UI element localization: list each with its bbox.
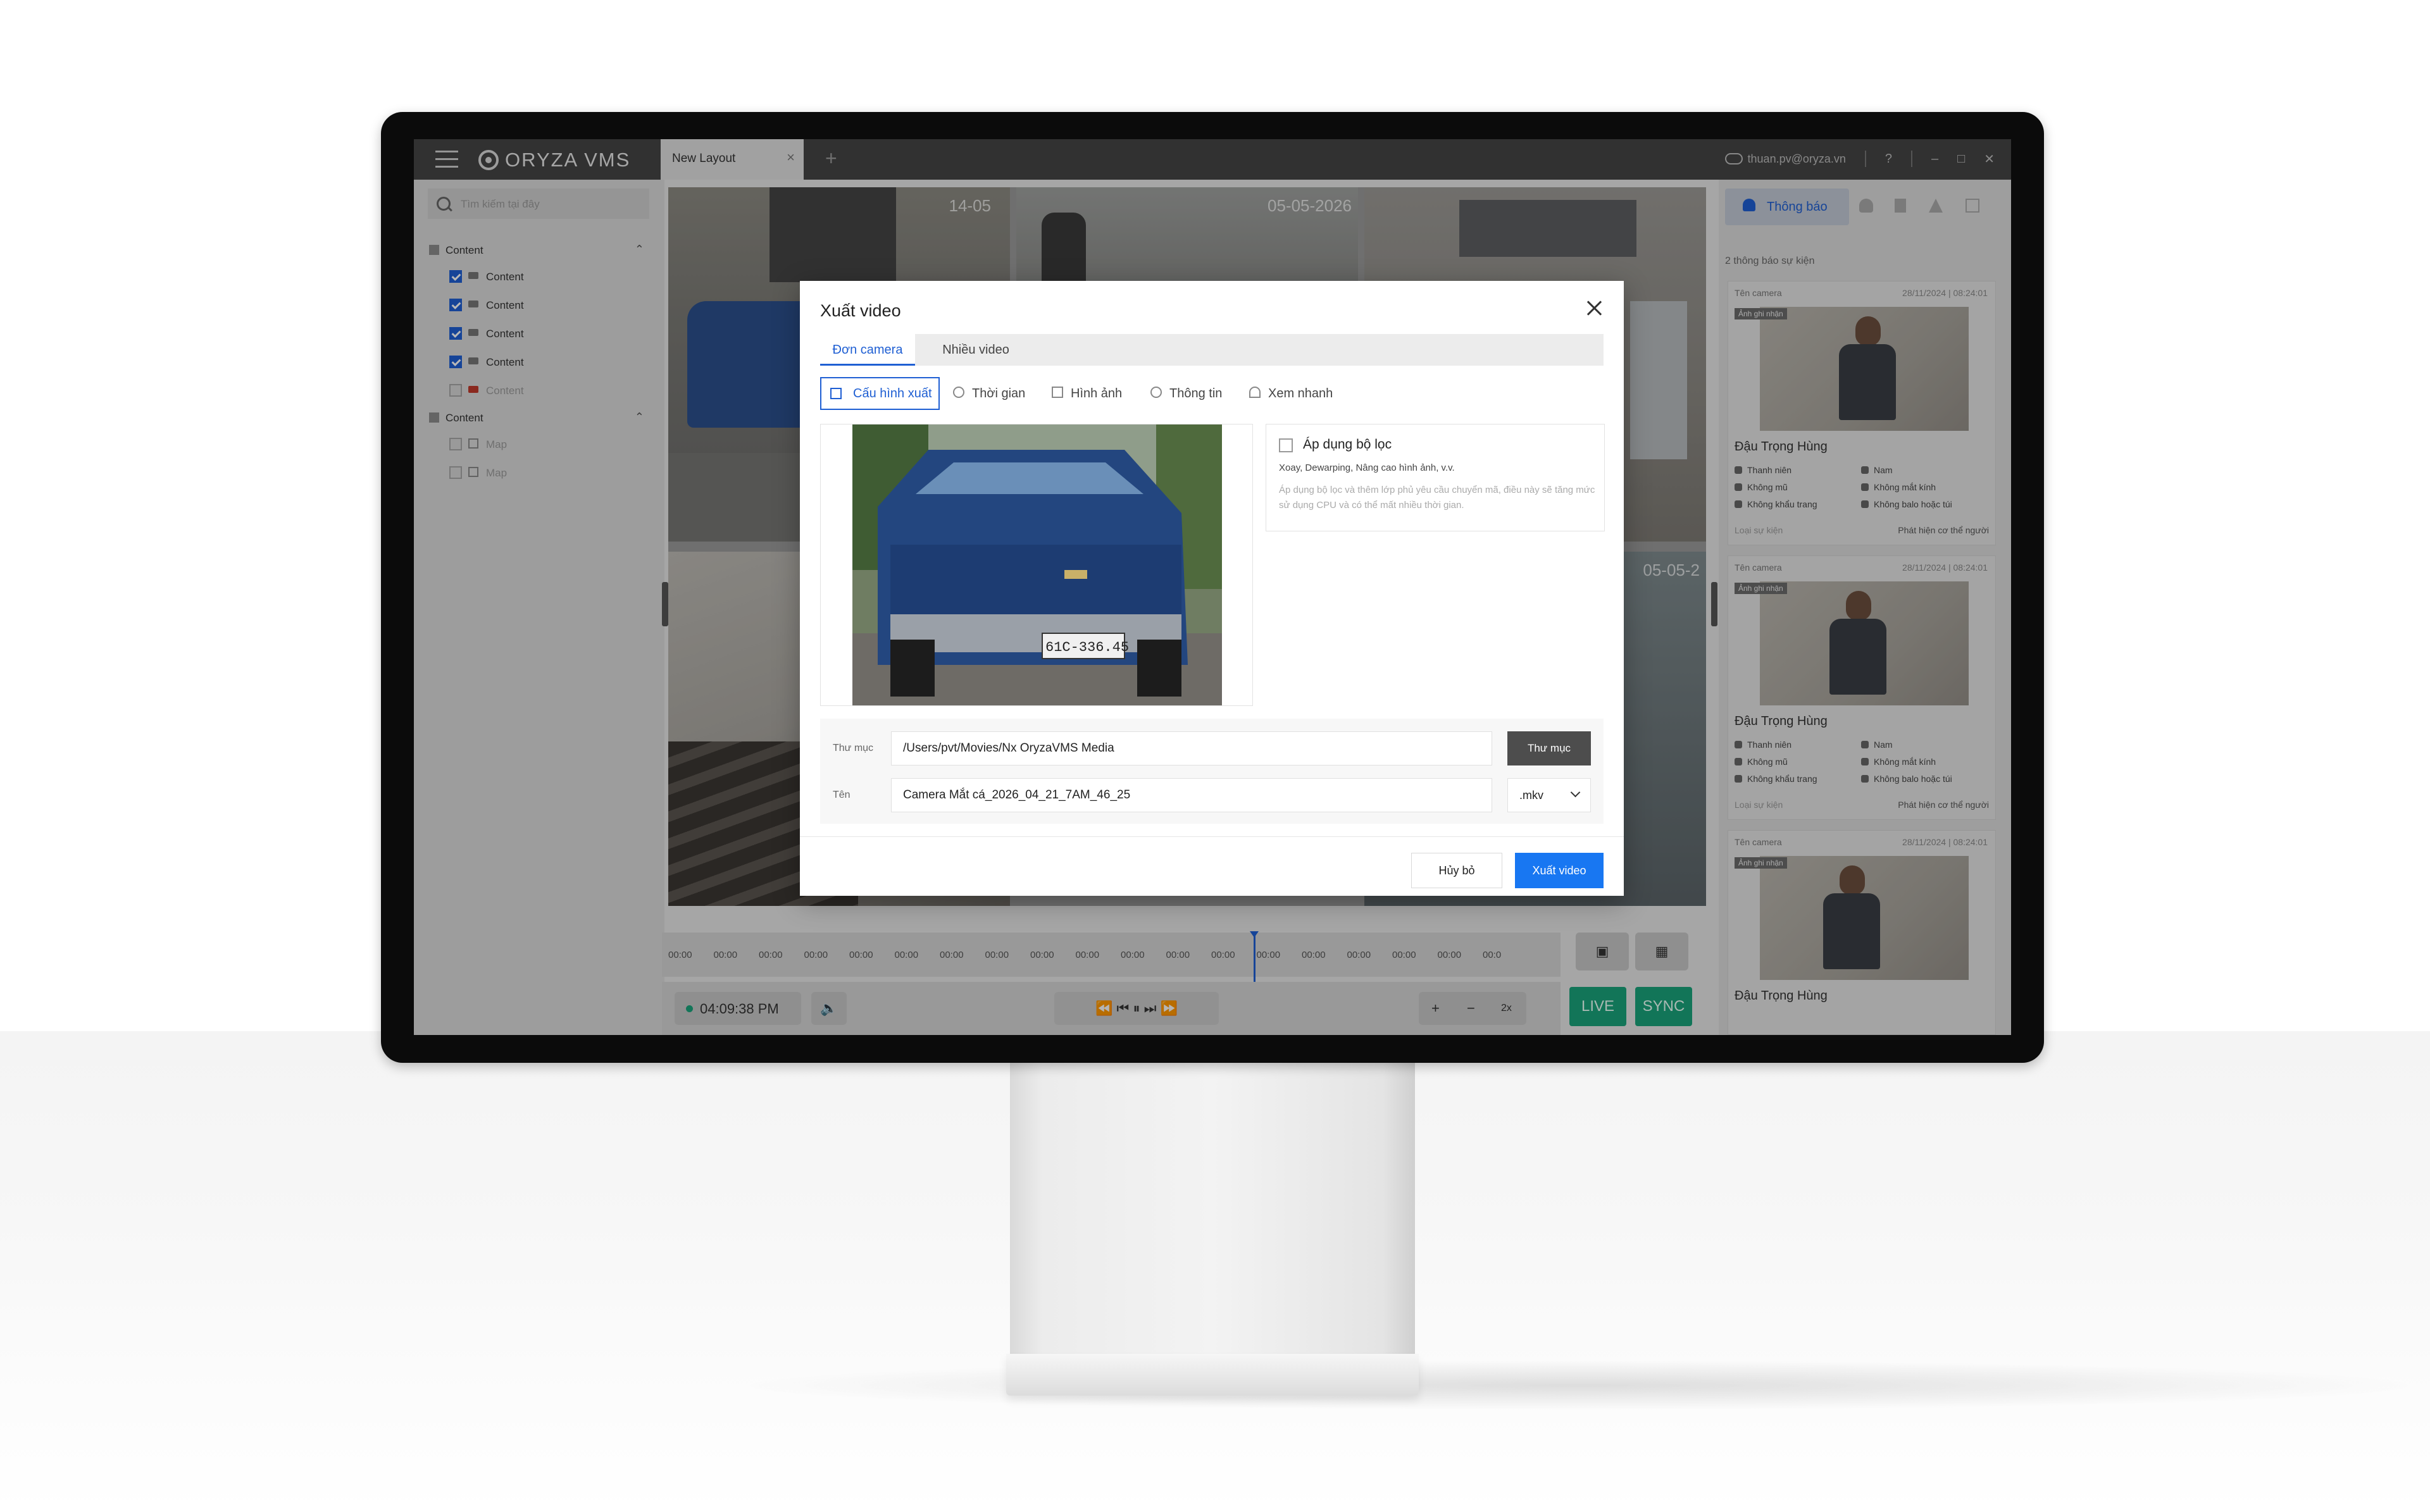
- subtab-label: Thời gian: [972, 387, 1026, 400]
- clock-icon: [953, 387, 964, 398]
- folder-input[interactable]: /Users/pvt/Movies/Nx OryzaVMS Media: [891, 731, 1492, 765]
- dialog-title: Xuất video: [820, 301, 901, 320]
- file-name-input[interactable]: Camera Mắt cá_2026_04_21_7AM_46_25: [891, 778, 1492, 812]
- info-icon: [1150, 387, 1162, 398]
- subtab-quick-view[interactable]: Xem nhanh: [1243, 377, 1333, 410]
- subtab-label: Thông tin: [1169, 387, 1223, 400]
- export-video-button[interactable]: Xuất video: [1515, 853, 1604, 888]
- dialog-tabs: Đơn camera Nhiều video: [820, 334, 1604, 366]
- monitor-stand: [1010, 1063, 1415, 1360]
- tab-single-camera[interactable]: Đơn camera: [820, 334, 915, 366]
- subtab-time[interactable]: Thời gian: [947, 377, 1025, 410]
- name-label: Tên: [833, 790, 850, 800]
- filter-description: Áp dụng bộ lọc và thêm lớp phủ yêu cầu c…: [1279, 485, 1595, 511]
- filter-option: Áp dụng bộ lọc Xoay, Dewarping, Nâng cao…: [1266, 424, 1605, 531]
- subtab-export-config[interactable]: Cấu hình xuất: [820, 377, 940, 410]
- extension-value: .mkv: [1519, 789, 1543, 802]
- truck-preview-image: [852, 424, 1222, 705]
- stand-shadow: [728, 1360, 2430, 1411]
- export-video-dialog: Xuất video Đơn camera Nhiều video Cấu hì…: [800, 281, 1624, 896]
- export-fields: Thư mục /Users/pvt/Movies/Nx OryzaVMS Me…: [820, 719, 1604, 824]
- browse-folder-button[interactable]: Thư mục: [1507, 731, 1591, 765]
- cancel-button[interactable]: Hủy bỏ: [1411, 853, 1502, 888]
- apply-filter-checkbox[interactable]: [1279, 438, 1293, 452]
- extension-select[interactable]: .mkv: [1507, 778, 1591, 812]
- subtab-label: Hình ảnh: [1071, 387, 1123, 400]
- chevron-down-icon: [1570, 787, 1581, 798]
- subtab-label: Xem nhanh: [1268, 387, 1333, 400]
- close-icon[interactable]: [1583, 297, 1605, 319]
- subtab-label: Cấu hình xuất: [853, 387, 932, 400]
- monitor-stand-base: [1006, 1354, 1419, 1396]
- filter-subtitle: Xoay, Dewarping, Nâng cao hình ảnh, v.v.: [1279, 462, 1455, 473]
- filter-title: Áp dụng bộ lọc: [1303, 437, 1392, 452]
- video-preview: 61C-336.45: [852, 424, 1222, 705]
- license-plate: 61C-336.45: [1045, 640, 1130, 655]
- folder-label: Thư mục: [833, 743, 874, 753]
- app-screen: ORYZA VMS New Layout × + thuan.pv@oryza.…: [414, 139, 2011, 1035]
- config-icon: [830, 388, 842, 399]
- subtab-info[interactable]: Thông tin: [1144, 377, 1222, 410]
- dialog-divider: [800, 836, 1624, 837]
- subtab-image[interactable]: Hình ảnh: [1045, 377, 1122, 410]
- image-icon: [1052, 387, 1063, 398]
- eye-icon: [1249, 387, 1261, 398]
- tab-multiple-videos[interactable]: Nhiều video: [925, 334, 1026, 366]
- preview-frame: 61C-336.45: [820, 424, 1253, 706]
